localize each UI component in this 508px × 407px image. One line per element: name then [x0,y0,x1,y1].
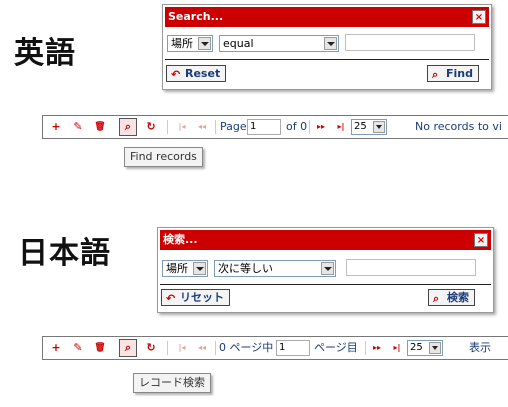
search-dialog-japanese: 検索... × 場所 次に等しい ↶ リセット ⌕ 検索 [157,227,494,313]
toolbar-separator [215,341,216,355]
page-count-label: ページ目 [314,341,358,354]
chevron-down-icon [429,342,441,354]
first-page-icon[interactable]: |◂ [175,341,189,355]
edit-icon[interactable]: ✎ [71,120,85,134]
toolbar-separator [167,120,168,134]
rows-per-page-select[interactable]: 25 [407,340,443,356]
records-info: No records to vi [415,120,502,133]
search-value-input[interactable] [346,259,476,276]
close-icon: × [476,235,486,246]
dialog-title: Search... [168,10,224,23]
refresh-icon[interactable]: ↻ [144,341,158,355]
page-label: Page [220,120,247,133]
search-icon[interactable]: ⌕ [119,118,137,136]
search-icon: ⌕ [433,292,440,305]
prev-page-icon[interactable]: ◂◂ [195,120,209,134]
dialog-title: 検索... [163,233,198,246]
toolbar-separator [365,341,366,355]
refresh-icon[interactable]: ↻ [144,120,158,134]
page-label: 0 ページ中 [219,341,274,354]
field-select-value: 場所 [166,262,188,275]
next-page-icon[interactable]: ▸▸ [370,341,384,355]
search-icon: ⌕ [432,68,439,81]
page-count-label: of 0 [286,120,308,133]
reset-icon: ↶ [166,292,176,305]
rows-per-page-select[interactable]: 25 [351,119,387,135]
field-select[interactable]: 場所 [162,260,208,277]
add-icon[interactable]: + [49,341,63,355]
dialog-divider [160,284,491,285]
toolbar-separator [309,120,310,134]
pager-toolbar-english: + ✎ 🗑 ⌕ ↻ |◂ ◂◂ Page 1 of 0 ▸▸ ▸| 25 No … [42,115,508,139]
reset-button[interactable]: ↶ リセット [161,289,230,306]
reset-button[interactable]: ↶ Reset [166,65,227,82]
find-button[interactable]: ⌕ 検索 [428,289,475,306]
close-icon: × [474,12,484,23]
toolbar-separator [215,120,216,134]
operator-select-value: 次に等しい [218,262,273,275]
dialog-titlebar[interactable]: Search... × [165,7,489,27]
add-icon[interactable]: + [49,120,63,134]
search-icon[interactable]: ⌕ [119,339,137,357]
rows-per-page-value: 25 [410,342,423,353]
operator-select[interactable]: equal [219,35,339,52]
toolbar-separator [167,341,168,355]
heading-japanese: 日本語 [18,236,111,271]
dialog-titlebar[interactable]: 検索... × [160,230,491,250]
records-info: 表示 [469,341,491,354]
chevron-down-icon [198,37,211,50]
chevron-down-icon [373,121,385,133]
pager-toolbar-japanese: + ✎ 🗑 ⌕ ↻ |◂ ◂◂ 0 ページ中 1 ページ目 ▸▸ ▸| 25 表… [42,336,508,360]
tooltip-find-records: Find records [124,147,203,167]
field-select-value: 場所 [171,37,193,50]
tooltip-find-records: レコード検索 [133,373,211,393]
next-page-icon[interactable]: ▸▸ [314,120,328,134]
search-value-input[interactable] [345,34,475,51]
reset-button-label: Reset [185,67,221,80]
find-button[interactable]: ⌕ Find [427,65,479,82]
close-button[interactable]: × [474,233,488,247]
edit-icon[interactable]: ✎ [71,341,85,355]
search-dialog-english: Search... × 場所 equal ↶ Reset ⌕ Find [162,4,492,90]
delete-icon[interactable]: 🗑 [93,341,107,355]
heading-english: 英語 [14,36,76,71]
chevron-down-icon [321,262,334,275]
page-number-input[interactable]: 1 [247,119,281,135]
first-page-icon[interactable]: |◂ [175,120,189,134]
page-number-input[interactable]: 1 [276,340,310,356]
operator-select-value: equal [223,37,254,50]
close-button[interactable]: × [472,10,486,24]
reset-button-label: リセット [180,291,224,304]
delete-icon[interactable]: 🗑 [93,120,107,134]
find-button-label: 検索 [447,291,469,304]
field-select[interactable]: 場所 [167,35,213,52]
chevron-down-icon [193,262,206,275]
last-page-icon[interactable]: ▸| [334,120,348,134]
rows-per-page-value: 25 [354,121,367,132]
last-page-icon[interactable]: ▸| [390,341,404,355]
dialog-divider [165,59,489,60]
operator-select[interactable]: 次に等しい [214,260,336,277]
prev-page-icon[interactable]: ◂◂ [195,341,209,355]
find-button-label: Find [446,67,473,80]
chevron-down-icon [324,37,337,50]
reset-icon: ↶ [171,68,181,81]
